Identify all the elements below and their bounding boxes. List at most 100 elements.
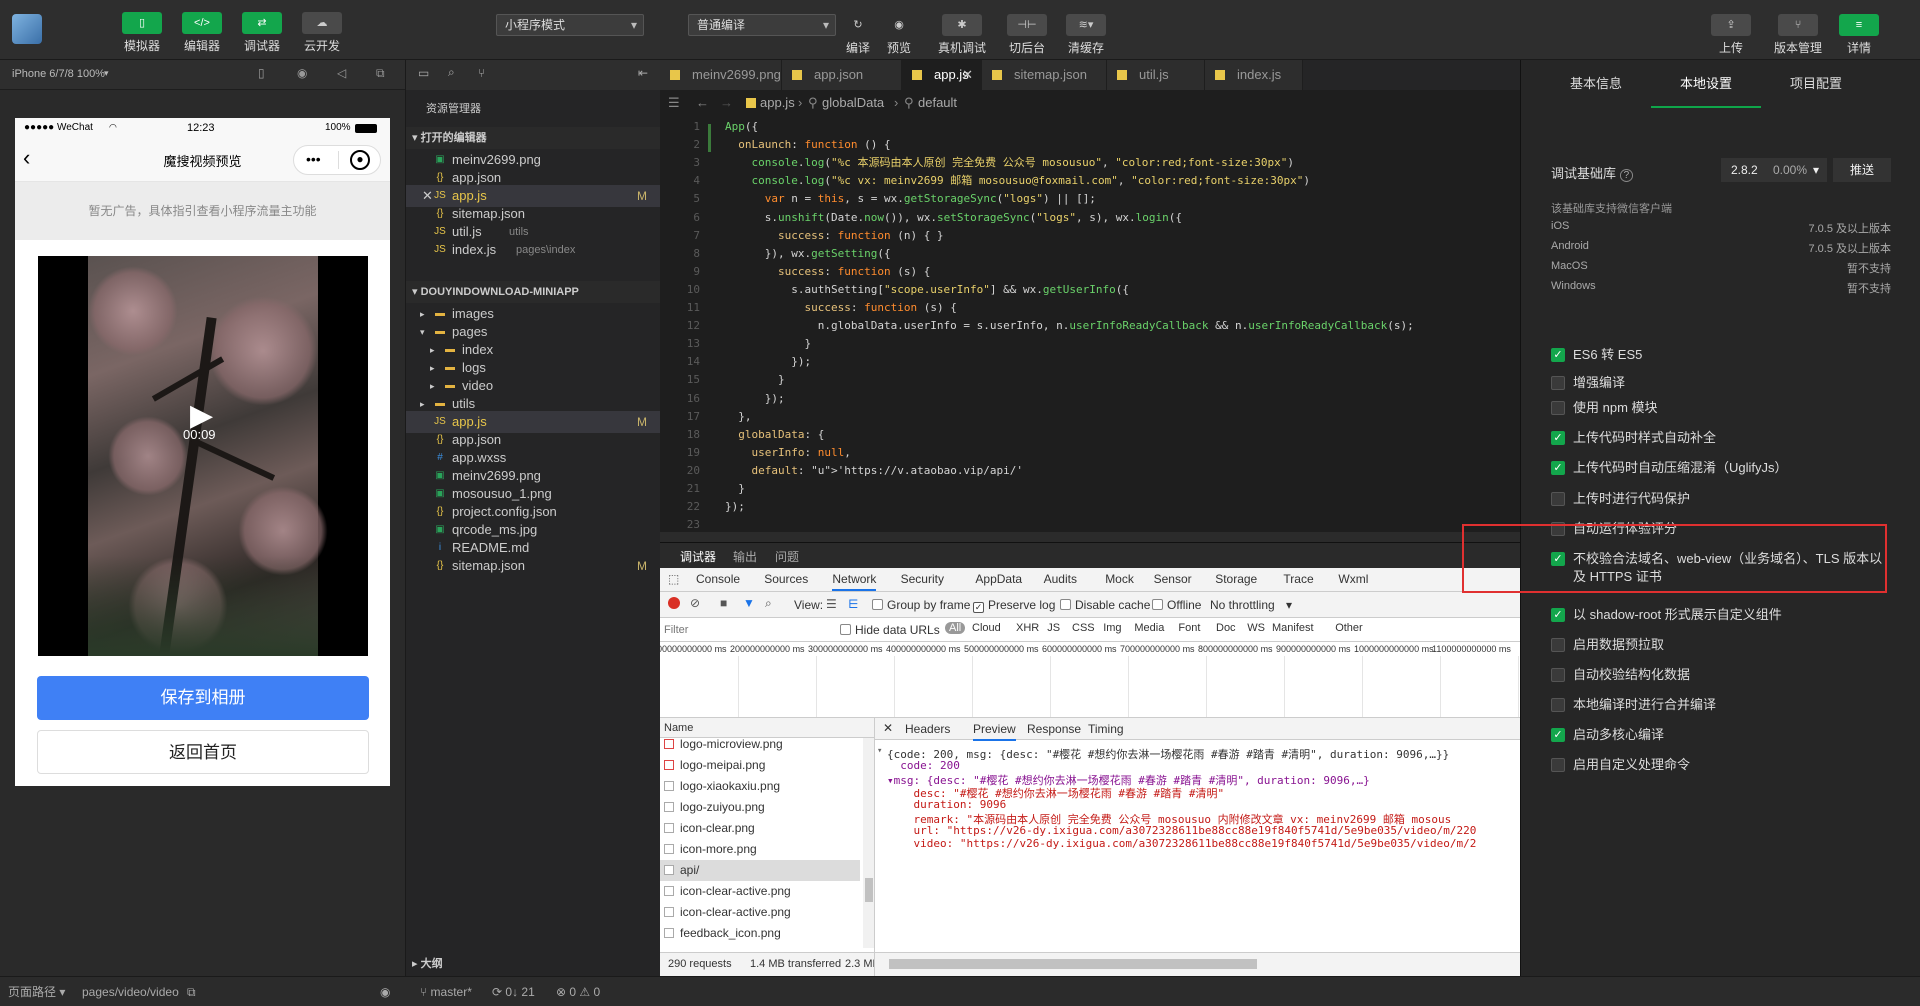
type-filter[interactable]: WS: [1247, 622, 1265, 634]
type-all[interactable]: All: [945, 622, 966, 634]
tree-file[interactable]: {} sitemap.json M: [406, 555, 661, 577]
devtools-tab[interactable]: Sensor: [1154, 572, 1192, 586]
details-tab[interactable]: 本地设置: [1651, 60, 1761, 108]
breadcrumb-file[interactable]: app.js: [760, 90, 795, 116]
problems-status[interactable]: ⊗ 0 ⚠ 0: [556, 977, 600, 1006]
request-row[interactable]: api/: [660, 860, 860, 881]
devtools-tab[interactable]: Trace: [1283, 572, 1313, 586]
camera-icon[interactable]: ■: [720, 596, 727, 610]
list-view-icon[interactable]: ☰: [826, 597, 837, 611]
record-icon[interactable]: [668, 597, 680, 609]
record-icon[interactable]: ◉: [297, 66, 307, 80]
open-editor-item[interactable]: JS index.js pages\index: [406, 239, 661, 261]
close-icon[interactable]: ✕: [883, 721, 893, 735]
devtools-tab[interactable]: Console: [696, 572, 740, 586]
page-path-label[interactable]: 页面路径 ▾: [8, 977, 65, 1006]
expand-arrow-icon[interactable]: ▾: [877, 746, 882, 756]
group-by-frame-checkbox[interactable]: Group by frame: [872, 598, 970, 612]
type-filter[interactable]: Other: [1335, 622, 1363, 634]
upload-button[interactable]: ⇪ 上传: [1706, 14, 1756, 56]
devtools-tab[interactable]: Mock: [1105, 572, 1134, 586]
editor-tab[interactable]: util.js: [1107, 60, 1205, 90]
breadcrumb-symbol[interactable]: globalData: [822, 90, 884, 116]
project-section[interactable]: ▾ DOUYINDOWNLOAD-MINIAPP: [406, 281, 661, 303]
filter-icon[interactable]: ▼: [743, 596, 755, 610]
type-filter[interactable]: XHR: [1016, 622, 1039, 634]
detail-tab[interactable]: Timing: [1088, 722, 1124, 736]
detail-hscrollbar[interactable]: [875, 952, 1520, 976]
type-filter[interactable]: Img: [1103, 622, 1121, 634]
offline-checkbox[interactable]: Offline: [1152, 598, 1201, 612]
type-filter[interactable]: JS: [1047, 622, 1060, 634]
type-filter[interactable]: Manifest: [1272, 622, 1314, 634]
close-miniprogram-icon[interactable]: ●: [350, 150, 370, 170]
outline-section[interactable]: ▸ 大纲: [406, 953, 661, 975]
back-home-button[interactable]: 返回首页: [37, 730, 369, 774]
request-row[interactable]: logo-zuiyou.png: [664, 797, 874, 818]
search-icon[interactable]: ⌕: [448, 65, 455, 80]
search-icon[interactable]: ⌕: [765, 596, 772, 611]
disable-cache-checkbox[interactable]: Disable cache: [1060, 598, 1150, 612]
sync-status[interactable]: ⟳ 0↓ 21: [492, 977, 535, 1006]
simulator-button[interactable]: ▯ 模拟器: [117, 12, 167, 54]
type-filter[interactable]: Font: [1178, 622, 1200, 634]
capsule-menu[interactable]: ••• ●: [293, 145, 381, 175]
request-row[interactable]: feedback_icon.png: [664, 923, 874, 944]
preserve-log-checkbox[interactable]: ✓ Preserve log: [973, 598, 1055, 613]
video-player[interactable]: ▶ 00:09: [38, 256, 368, 656]
devtools-tab[interactable]: Security: [901, 572, 944, 586]
version-button[interactable]: ⑂ 版本管理: [1770, 14, 1826, 56]
type-filter[interactable]: Cloud: [972, 622, 1001, 634]
editor-tab[interactable]: sitemap.json: [982, 60, 1107, 90]
checkbox[interactable]: [1551, 376, 1565, 390]
tab-debugger[interactable]: 调试器: [680, 548, 717, 570]
device-select[interactable]: iPhone 6/7/8 100%: [12, 68, 105, 80]
inspect-icon[interactable]: ⬚: [668, 572, 679, 586]
checkbox[interactable]: [1551, 638, 1565, 652]
files-icon[interactable]: ▭: [418, 66, 429, 80]
checkbox[interactable]: [1551, 758, 1565, 772]
request-scrollbar[interactable]: [863, 738, 874, 948]
editor-tab[interactable]: app.json: [782, 60, 902, 90]
checkbox[interactable]: [1551, 401, 1565, 415]
request-row[interactable]: icon-clear-active.png: [664, 881, 874, 902]
checkbox[interactable]: ✓: [1551, 431, 1565, 445]
compile-select[interactable]: 普通编译: [688, 14, 836, 36]
back-arrow-icon[interactable]: ←: [696, 90, 709, 116]
mode-select[interactable]: 小程序模式: [496, 14, 644, 36]
code-editor[interactable]: 1 App({2 onLaunch: function () {3 console…: [660, 116, 1520, 532]
chevron-down-icon[interactable]: ▾: [104, 68, 109, 79]
hide-data-urls-checkbox[interactable]: Hide data URLs: [840, 623, 940, 637]
copy-icon[interactable]: ⧉: [187, 977, 196, 1006]
save-to-album-button[interactable]: 保存到相册: [37, 676, 369, 720]
details-button[interactable]: ≡ 详情: [1834, 14, 1884, 56]
debugger-button[interactable]: ⇄ 调试器: [237, 12, 287, 54]
throttling-select[interactable]: No throttling ▾: [1210, 598, 1292, 612]
breadcrumb-property[interactable]: default: [918, 90, 957, 116]
phone-icon[interactable]: ▯: [258, 66, 265, 80]
checkbox[interactable]: ✓: [1551, 728, 1565, 742]
request-row[interactable]: logo-xiaokaxiu.png: [664, 776, 874, 797]
checkbox[interactable]: ✓: [1551, 348, 1565, 362]
request-row[interactable]: logo-meipai.png: [664, 755, 874, 776]
detail-tab[interactable]: Preview: [973, 722, 1016, 741]
clear-cache-button[interactable]: ≋▾ 清缓存: [1061, 14, 1111, 56]
details-tab[interactable]: 项目配置: [1761, 60, 1871, 108]
git-branch[interactable]: ⑂ master*: [420, 977, 472, 1006]
request-row[interactable]: icon-more.png: [664, 839, 874, 860]
sound-icon[interactable]: ◁: [337, 66, 346, 80]
help-icon[interactable]: ?: [1619, 169, 1634, 182]
switch-background-button[interactable]: ⊣⊢ 切后台: [1002, 14, 1052, 56]
tab-problems[interactable]: 问题: [775, 548, 799, 565]
editor-tab[interactable]: app.js ✕: [902, 60, 982, 90]
type-filter[interactable]: CSS: [1072, 622, 1095, 634]
waterfall-icon[interactable]: ⋿: [848, 597, 858, 611]
base-lib-select[interactable]: 2.8.2 0.00% ▾: [1721, 158, 1827, 182]
checkbox[interactable]: [1551, 698, 1565, 712]
checkbox[interactable]: ✓: [1551, 461, 1565, 475]
eye-icon[interactable]: ◉: [380, 977, 390, 1006]
hscroll-thumb[interactable]: [889, 959, 1257, 969]
close-icon[interactable]: ✕: [962, 60, 973, 90]
filter-input[interactable]: [664, 621, 830, 639]
git-icon[interactable]: ⑂: [478, 66, 485, 80]
